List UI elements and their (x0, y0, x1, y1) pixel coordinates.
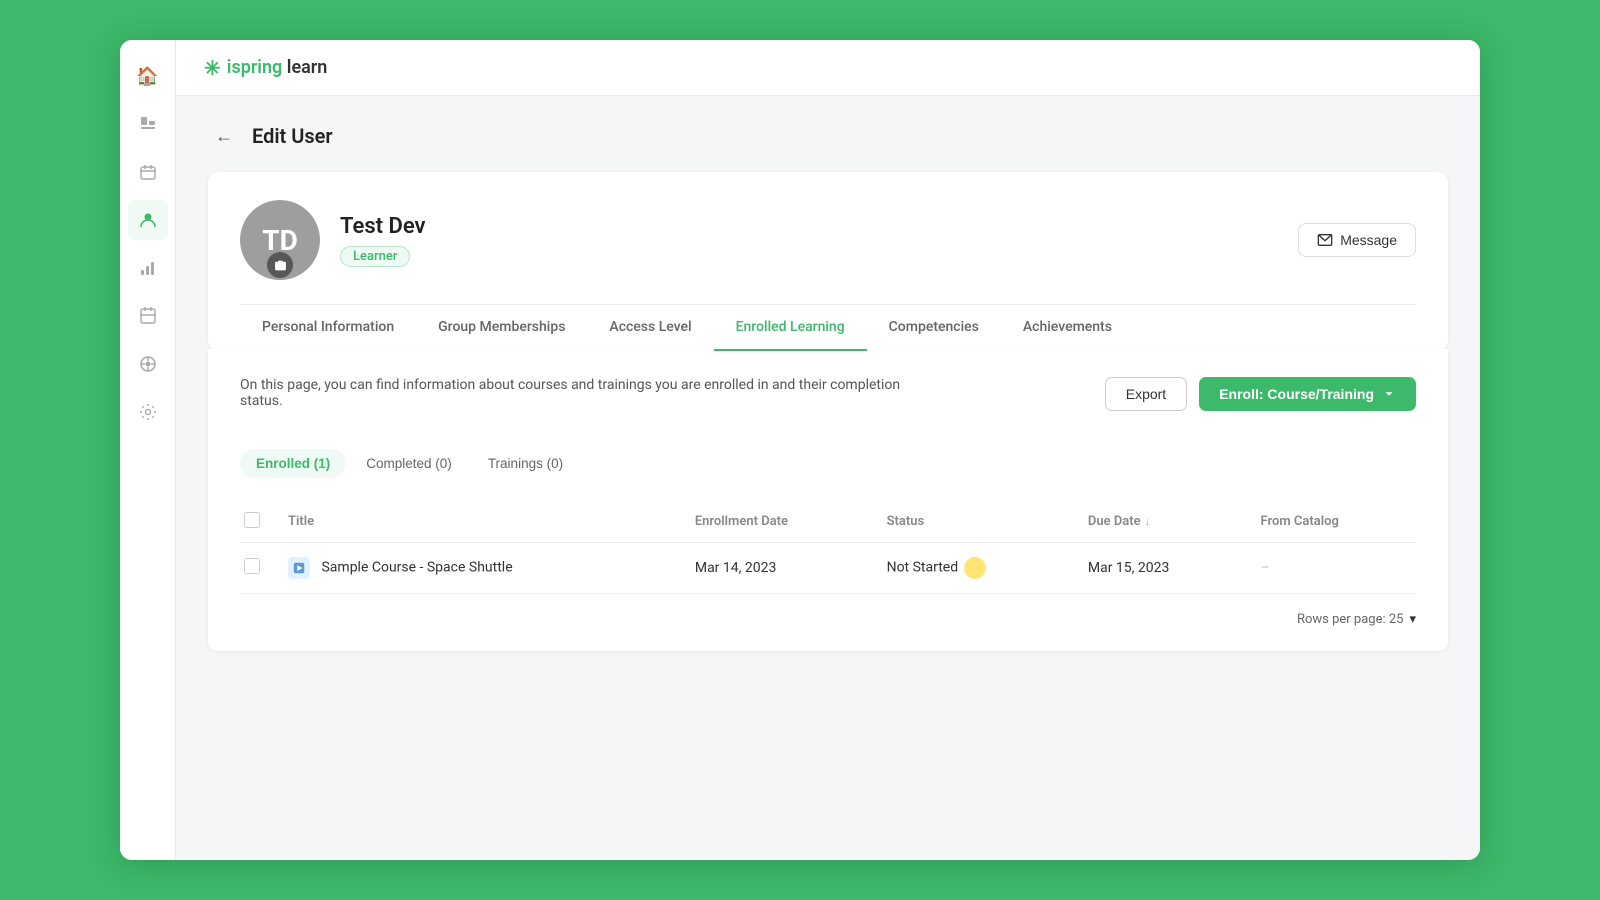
user-name: Test Dev (340, 214, 426, 239)
sub-tabs: Enrolled (1) Completed (0) Trainings (0) (240, 449, 1416, 478)
app-logo: ✳ ispring learn (204, 56, 327, 80)
col-enrollment-date: Enrollment Date (683, 502, 875, 543)
avatar-wrapper: TD (240, 200, 320, 280)
enroll-button-label: Enroll: Course/Training (1219, 386, 1374, 402)
sub-tab-trainings[interactable]: Trainings (0) (472, 449, 579, 478)
tab-description: On this page, you can find information a… (240, 377, 920, 409)
enrollments-table: Title Enrollment Date Status Due Date ↓ … (240, 502, 1416, 594)
cursor-indicator (964, 557, 986, 579)
table-row: Sample Course - Space Shuttle Mar 14, 20… (240, 542, 1416, 593)
logo-text: ispring learn (227, 57, 328, 78)
sidebar-item-schedule[interactable] (128, 296, 168, 336)
main-content: ✳ ispring learn ← Edit User TD (176, 40, 1480, 860)
row-status: Not Started (887, 559, 959, 575)
tab-achievements[interactable]: Achievements (1001, 305, 1134, 351)
tab-enrolled-learning[interactable]: Enrolled Learning (714, 305, 867, 351)
message-button-label: Message (1340, 232, 1397, 248)
tabs: Personal Information Group Memberships A… (240, 304, 1416, 350)
col-checkbox (240, 502, 276, 543)
row-title-cell: Sample Course - Space Shuttle (276, 542, 683, 593)
enroll-button[interactable]: Enroll: Course/Training (1199, 377, 1416, 411)
rows-per-page-label: Rows per page: 25 (1297, 612, 1404, 627)
user-role-badge: Learner (340, 246, 410, 267)
col-due-date[interactable]: Due Date ↓ (1076, 502, 1249, 543)
select-all-checkbox[interactable] (244, 512, 260, 528)
due-date-sort[interactable]: Due Date ↓ (1088, 514, 1150, 529)
page-header: ← Edit User (208, 120, 1448, 152)
avatar-camera-button[interactable] (267, 252, 293, 278)
sidebar: 🏠 (120, 40, 176, 860)
row-enrollment-date: Mar 14, 2023 (683, 542, 875, 593)
row-checkbox[interactable] (244, 558, 260, 574)
user-card: TD Test Dev Learner (208, 172, 1448, 350)
sidebar-item-home[interactable]: 🏠 (128, 56, 168, 96)
rows-per-page-control: Rows per page: 25 ▾ (240, 612, 1416, 627)
sidebar-item-calendar[interactable] (128, 152, 168, 192)
user-info-left: TD Test Dev Learner (240, 200, 426, 280)
rows-per-page-chevron[interactable]: ▾ (1409, 612, 1416, 627)
top-bar: ✳ ispring learn (176, 40, 1480, 96)
tab-personal-information[interactable]: Personal Information (240, 305, 416, 351)
course-icon (288, 557, 310, 579)
logo-icon: ✳ (204, 56, 221, 80)
tab-panel-enrolled-learning: On this page, you can find information a… (208, 349, 1448, 651)
tab-access-level[interactable]: Access Level (587, 305, 713, 351)
sidebar-item-automation[interactable] (128, 344, 168, 384)
row-from-catalog: – (1249, 542, 1416, 593)
col-from-catalog: From Catalog (1249, 502, 1416, 543)
row-checkbox-cell (240, 542, 276, 593)
sort-arrow-icon: ↓ (1145, 515, 1151, 528)
col-title: Title (276, 502, 683, 543)
sidebar-item-reports[interactable] (128, 104, 168, 144)
page-title: Edit User (252, 124, 333, 148)
sidebar-item-analytics[interactable] (128, 248, 168, 288)
sidebar-item-settings[interactable] (128, 392, 168, 432)
row-status-cell: Not Started (875, 542, 1076, 593)
table-header-row: Title Enrollment Date Status Due Date ↓ … (240, 502, 1416, 543)
sub-tab-completed[interactable]: Completed (0) (350, 449, 468, 478)
back-button[interactable]: ← (208, 120, 240, 152)
sub-tab-enrolled[interactable]: Enrolled (1) (240, 449, 346, 478)
message-button[interactable]: Message (1298, 223, 1416, 257)
row-due-date: Mar 15, 2023 (1076, 542, 1249, 593)
app-window: 🏠 (120, 40, 1480, 860)
user-info-row: TD Test Dev Learner (240, 200, 1416, 280)
tab-group-memberships[interactable]: Group Memberships (416, 305, 587, 351)
action-bar: Export Enroll: Course/Training (1105, 377, 1416, 411)
col-status: Status (875, 502, 1076, 543)
export-button[interactable]: Export (1105, 377, 1187, 411)
tab-competencies[interactable]: Competencies (867, 305, 1001, 351)
sidebar-item-users[interactable] (128, 200, 168, 240)
user-details: Test Dev Learner (340, 214, 426, 267)
content-area: ← Edit User TD (176, 96, 1480, 860)
row-title: Sample Course - Space Shuttle (321, 559, 512, 575)
